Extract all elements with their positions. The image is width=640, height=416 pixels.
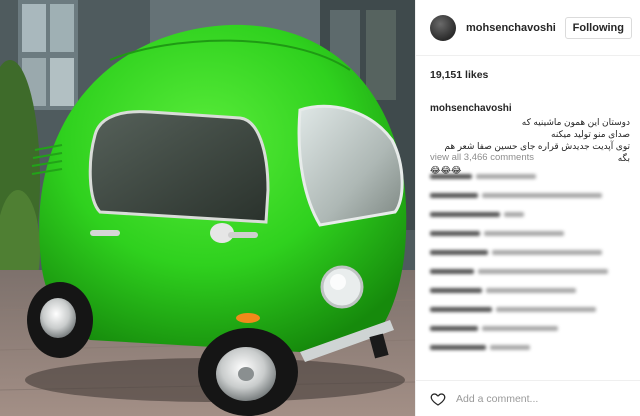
post-photo[interactable] bbox=[0, 0, 415, 416]
like-count[interactable]: 19,151 likes bbox=[430, 69, 488, 81]
list-item bbox=[430, 244, 630, 263]
caption-username[interactable]: mohsenchavoshi bbox=[430, 103, 512, 114]
post-side-panel: mohsenchavoshi Following 19,151 likes mo… bbox=[415, 0, 640, 416]
list-item bbox=[430, 282, 630, 301]
post-username[interactable]: mohsenchavoshi bbox=[466, 22, 565, 34]
view-all-comments-link[interactable]: view all 3,466 comments bbox=[430, 152, 534, 163]
list-item bbox=[430, 263, 630, 282]
list-item bbox=[430, 225, 630, 244]
list-item bbox=[430, 301, 630, 320]
instagram-post-frame: mohsenchavoshi Following 19,151 likes mo… bbox=[0, 0, 640, 416]
post-caption: mohsenchavoshi دوستان این همون ماشینیه ک… bbox=[430, 98, 630, 176]
profile-avatar[interactable] bbox=[430, 14, 456, 41]
list-item bbox=[430, 320, 630, 339]
heart-icon[interactable] bbox=[430, 391, 446, 407]
list-item bbox=[430, 168, 630, 187]
caption-line-2: صدای منو تولید میکنه bbox=[551, 129, 630, 139]
list-item bbox=[430, 339, 630, 358]
add-comment-input[interactable]: Add a comment... bbox=[456, 393, 538, 405]
comment-list bbox=[430, 168, 630, 358]
list-item bbox=[430, 187, 630, 206]
list-item bbox=[430, 206, 630, 225]
green-bubble-car-image bbox=[0, 0, 415, 416]
following-button[interactable]: Following bbox=[564, 16, 632, 39]
caption-line-1: دوستان این همون ماشینیه که bbox=[521, 117, 630, 127]
post-header: mohsenchavoshi Following bbox=[416, 0, 640, 56]
comment-bar: Add a comment... bbox=[416, 380, 640, 416]
